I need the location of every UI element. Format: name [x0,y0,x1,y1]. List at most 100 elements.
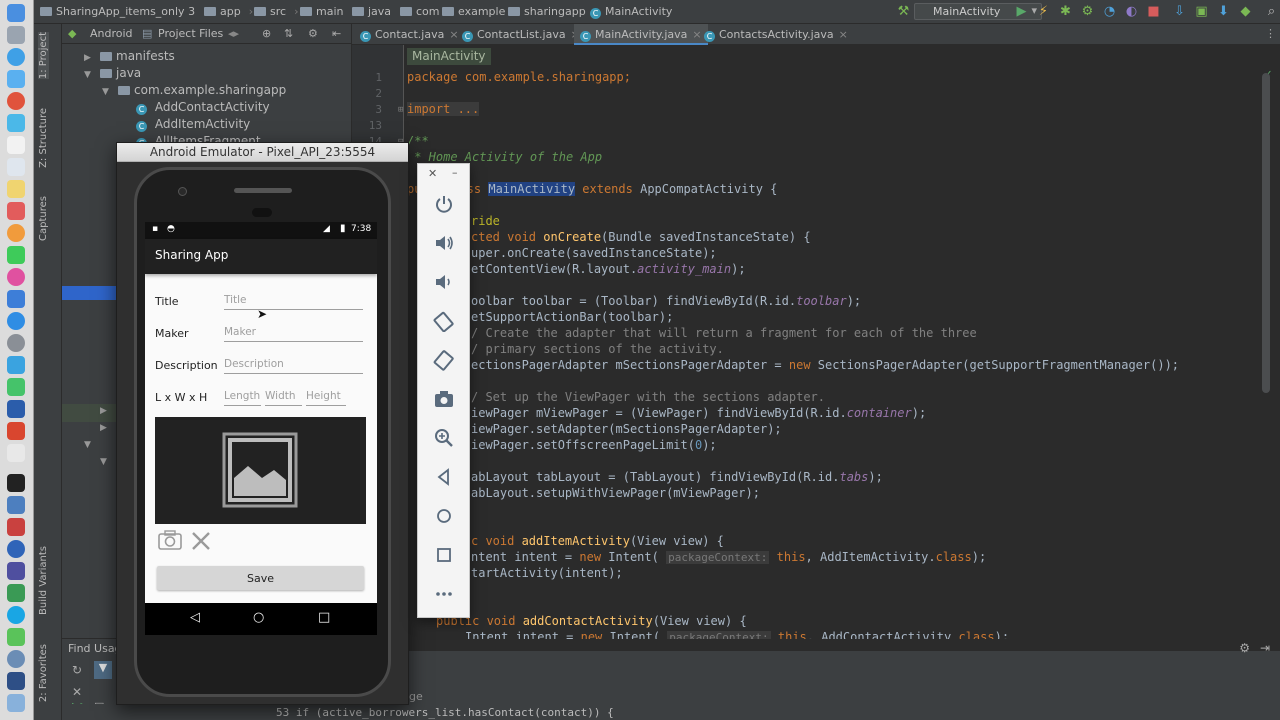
back-icon[interactable]: ◁ [190,610,200,625]
notes-icon[interactable] [7,136,25,154]
sdk-manager-icon[interactable]: ⬇ [1216,4,1231,19]
minimize-icon[interactable]: – [452,166,458,179]
home-icon[interactable] [433,505,455,527]
safari-icon[interactable] [7,48,25,66]
breadcrumb-mainactivity[interactable]: C MainActivity [590,5,672,19]
app-store-icon[interactable] [7,312,25,330]
delete-image-icon[interactable] [190,530,212,552]
maker-input[interactable] [224,324,363,342]
target-icon[interactable]: ⊕ [262,27,271,40]
app-icon[interactable] [7,694,25,712]
close-icon[interactable]: × [449,28,458,41]
coverage-icon[interactable]: ◐ [1124,4,1139,19]
notes-icon[interactable] [7,180,25,198]
screenshot-camera-icon[interactable] [433,388,455,410]
app-icon[interactable] [7,378,25,396]
mail-icon[interactable] [7,70,25,88]
tab-contactsactivity-java[interactable]: C ContactsActivity.java × [704,24,848,45]
chevron-icon[interactable]: ◂▸ [228,27,239,40]
finder-icon[interactable] [7,4,25,22]
tree-item-java[interactable]: java [100,66,141,80]
description-input[interactable] [224,356,363,374]
debug-icon[interactable]: ✱ [1058,4,1073,19]
app-icon[interactable] [7,444,25,462]
code-editor[interactable]: MainActivity 1 2 3 13 14 ⊞ ⊟ package com… [352,45,1280,650]
word-icon[interactable] [7,400,25,418]
breadcrumb-java[interactable]: java› [352,5,403,18]
itunes-icon[interactable] [7,268,25,286]
tab-mainactivity-java[interactable]: C MainActivity.java × [574,24,708,45]
app-icon[interactable] [7,496,25,514]
rotate-right-icon[interactable] [433,349,455,371]
close-icon[interactable]: ✕ [72,685,82,699]
recents-icon[interactable]: □ [318,610,330,625]
attach-debugger-icon[interactable]: ⚙ [1080,4,1095,19]
build-hammer-icon[interactable]: ⚒ [896,4,911,19]
breadcrumb-src[interactable]: src › [254,5,298,18]
expand-arrow-icon[interactable]: ▶ [84,53,91,63]
more-tabs-icon[interactable]: ⋮ [1265,27,1276,40]
expand-arrow-icon[interactable]: ▶ [100,423,107,433]
power-icon[interactable] [433,193,455,215]
sync-icon[interactable]: ⇩ [1172,4,1187,19]
app-icon[interactable] [7,584,25,602]
filter-icon[interactable]: ▼ [94,661,112,679]
breadcrumb-app[interactable]: app › [204,5,253,18]
home-icon[interactable]: ○ [253,610,264,625]
view-mode-select[interactable]: Android [90,27,133,40]
terminal-icon[interactable] [7,474,25,492]
app-icon[interactable] [7,628,25,646]
collapse-icon[interactable]: ⇅ [284,27,293,40]
run-icon[interactable]: ▶ [1014,4,1029,19]
app-icon[interactable] [7,540,25,558]
close-icon[interactable]: ✕ [428,167,437,180]
collapse-arrow-icon[interactable]: ▼ [102,87,109,97]
app-icon[interactable] [7,356,25,374]
height-input[interactable] [306,388,346,406]
gear-icon[interactable]: ⚙ [1239,641,1250,655]
volume-down-icon[interactable] [433,271,455,293]
launchpad-icon[interactable] [7,26,25,44]
hide-icon[interactable]: ⇥ [1260,641,1270,655]
search-icon[interactable] [7,650,25,668]
chrome-icon[interactable] [7,92,25,110]
stop-icon[interactable]: ■ [1146,4,1161,19]
app-icon[interactable] [7,518,25,536]
tab-favorites[interactable]: 2: Favorites [38,644,49,702]
overview-icon[interactable] [433,544,455,566]
app-icon[interactable] [7,290,25,308]
length-input[interactable] [224,388,261,406]
breadcrumb-example[interactable]: example› [442,5,518,18]
profiler-icon[interactable]: ◔ [1102,4,1117,19]
collapse-arrow-icon[interactable]: ▼ [100,457,107,467]
collapse-arrow-icon[interactable]: ▼ [84,440,91,450]
messages-icon[interactable] [7,246,25,264]
item-image[interactable] [155,417,366,524]
photos-icon[interactable] [7,224,25,242]
rerun-icon[interactable]: ↻ [72,663,82,677]
close-icon[interactable]: × [839,28,848,41]
emulator-title-bar[interactable]: Android Emulator - Pixel_API_23:5554 [117,143,408,162]
hide-icon[interactable]: ⇤ [332,27,341,40]
search-icon[interactable]: ⌕ [1264,4,1279,19]
editor-breadcrumb[interactable]: MainActivity [407,48,491,65]
fold-icon[interactable]: ⊞ [398,105,403,115]
breadcrumb-sharingapp[interactable]: sharingapp› [508,5,598,18]
app-icon[interactable] [7,422,25,440]
skype-icon[interactable] [7,606,25,624]
more-options-icon[interactable] [433,583,455,605]
breadcrumb-project[interactable]: SharingApp_items_only 3› [40,5,207,18]
camera-icon[interactable] [157,529,183,551]
tab-contactlist-java[interactable]: CContactList.java× [462,24,580,45]
tab-contact-java[interactable]: C Contact.java × [360,24,459,45]
settings-icon[interactable] [7,334,25,352]
tab-build-variants[interactable]: Build Variants [38,546,49,615]
title-input[interactable] [224,292,363,310]
app-icon[interactable] [7,202,25,220]
collapse-arrow-icon[interactable]: ▼ [84,70,91,80]
close-icon[interactable]: × [692,28,701,41]
app-icon[interactable] [7,158,25,176]
gear-icon[interactable]: ⚙ [308,27,318,40]
editor-scrollbar[interactable] [1262,73,1270,393]
save-button[interactable]: Save [157,566,364,590]
